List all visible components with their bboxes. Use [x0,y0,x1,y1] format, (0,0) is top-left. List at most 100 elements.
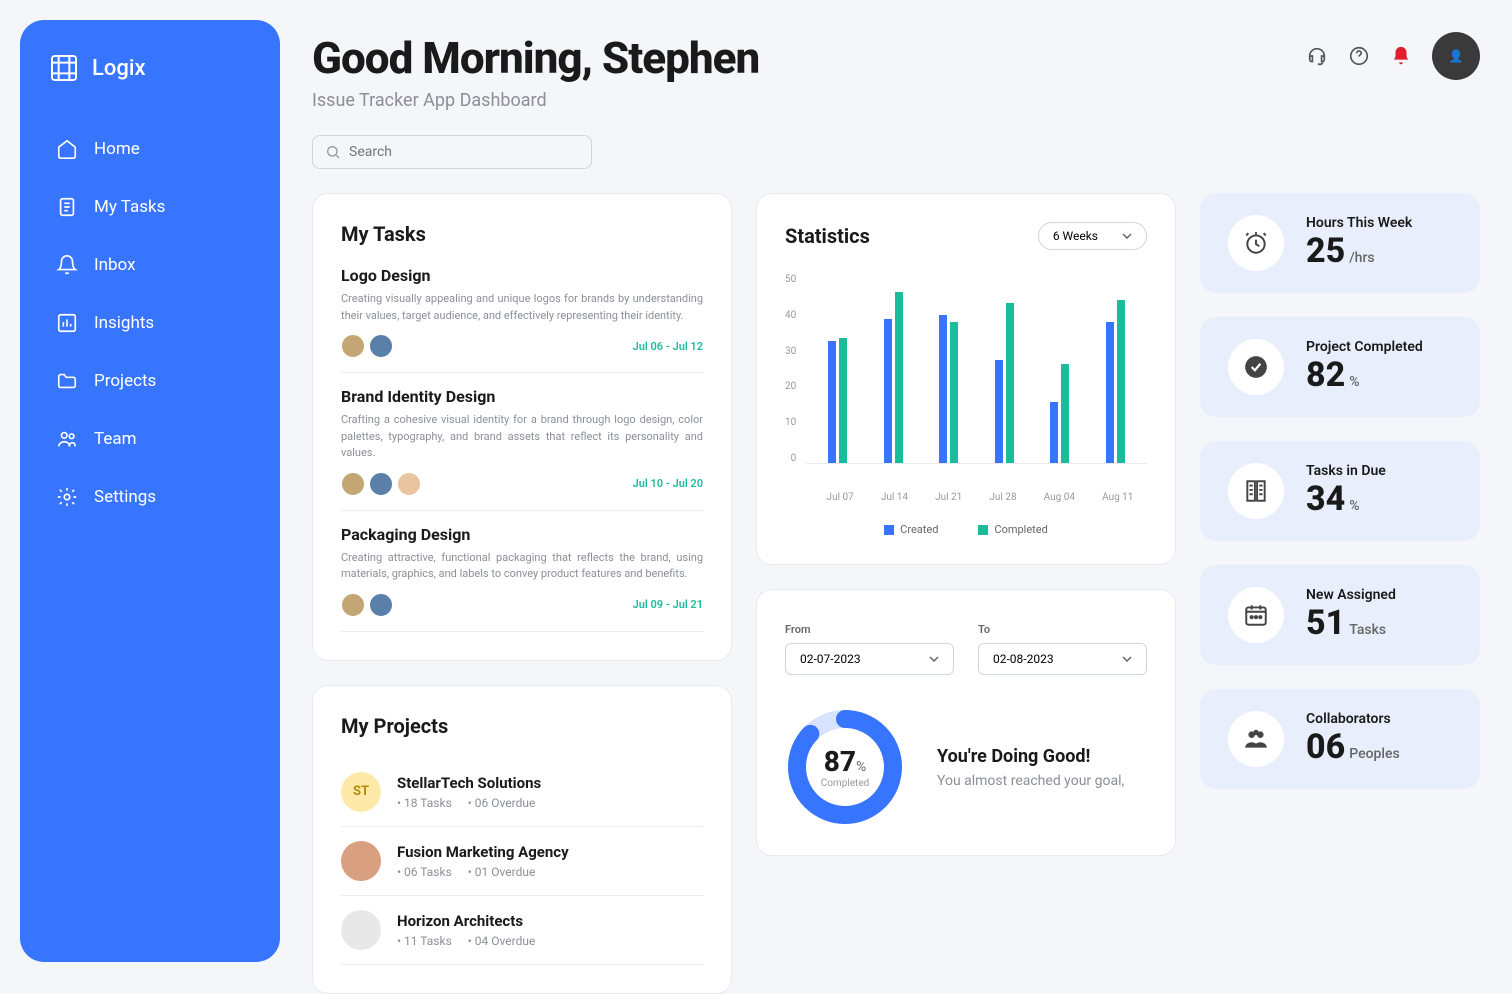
goal-subtitle: You almost reached your goal, [937,773,1124,789]
project-avatar [341,910,381,950]
stat-label: Collaborators [1306,711,1400,727]
assignee-avatar[interactable] [369,593,393,617]
statistics-chart: 50403020100 [785,274,1147,484]
tasks-icon [56,196,78,218]
legend-completed: Completed [978,523,1047,536]
greeting-block: Good Morning, Stephen Issue Tracker App … [312,32,759,111]
project-overdue: 06 Overdue [468,796,536,810]
stat-label: New Assigned [1306,587,1396,603]
header-icons: 👤 [1306,32,1480,80]
search-input[interactable] [312,135,592,169]
stat-value: 25/hrs [1306,231,1412,271]
from-label: From [785,623,811,636]
greeting: Good Morning, Stephen [312,32,759,84]
assignee-avatar[interactable] [369,472,393,496]
help-icon[interactable] [1348,45,1370,67]
assignee-avatar[interactable] [341,334,365,358]
task-desc: Creating visually appealing and unique l… [341,291,703,324]
nav-settings[interactable]: Settings [36,472,264,522]
bar-completed[interactable] [839,338,847,463]
task-date: Jul 10 - Jul 20 [633,477,703,490]
my-projects-title: My Projects [341,714,703,738]
project-tasks: 18 Tasks [397,796,452,810]
bar-created[interactable] [995,360,1003,463]
logo-icon [48,52,80,84]
subtitle: Issue Tracker App Dashboard [312,90,759,111]
gear-icon [56,486,78,508]
stat-value: 51Tasks [1306,603,1396,643]
nav-projects[interactable]: Projects [36,356,264,406]
project-avatar: ST [341,772,381,812]
legend-created: Created [884,523,938,536]
project-item[interactable]: ST StellarTech Solutions 18 Tasks 06 Overdu… [341,758,703,827]
project-overdue: 01 Overdue [468,865,536,879]
bar-created[interactable] [828,341,836,463]
bar-created[interactable] [939,315,947,463]
nav-home[interactable]: Home [36,124,264,174]
search-icon [325,144,341,160]
stat-label: Tasks in Due [1306,463,1386,479]
chart-icon [56,312,78,334]
bar-completed[interactable] [1061,364,1069,463]
my-projects-card: My Projects ST StellarTech Solutions 18 Ta… [312,685,732,994]
to-date-select[interactable]: 02-08-2023 [978,643,1147,675]
support-icon[interactable] [1306,45,1328,67]
bar-completed[interactable] [1117,300,1125,463]
stat-card[interactable]: New Assigned51Tasks [1200,565,1480,665]
stat-value: 06Peoples [1306,727,1400,767]
user-avatar[interactable]: 👤 [1432,32,1480,80]
stat-label: Project Completed [1306,339,1423,355]
goal-card: From 02-07-2023 To 02-08-2023 87% Comple… [756,589,1176,856]
bar-completed[interactable] [1006,303,1014,463]
task-desc: Crafting a cohesive visual identity for … [341,412,703,462]
assignee-avatar[interactable] [397,472,421,496]
bar-created[interactable] [1050,402,1058,463]
bar-group [828,338,847,463]
chevron-down-icon [1122,656,1132,662]
home-icon [56,138,78,160]
assignee-avatar[interactable] [341,472,365,496]
from-date-select[interactable]: 02-07-2023 [785,643,954,675]
project-item[interactable]: Horizon Architects11 Tasks04 Overdue [341,896,703,965]
sidebar: Logix Home My Tasks Inbox Insights Proje… [20,20,280,962]
stat-card[interactable]: Collaborators06Peoples [1200,689,1480,789]
project-name: StellarTech Solutions [397,774,541,792]
team-icon [56,428,78,450]
task-item[interactable]: Logo DesignCreating visually appealing a… [341,266,703,373]
bell-icon [56,254,78,276]
task-item[interactable]: Brand Identity DesignCrafting a cohesive… [341,373,703,511]
logo[interactable]: Logix [20,52,280,124]
nav-team[interactable]: Team [36,414,264,464]
stat-card[interactable]: Tasks in Due34% [1200,441,1480,541]
assignee-avatar[interactable] [369,334,393,358]
notification-icon[interactable] [1390,45,1412,67]
bar-completed[interactable] [895,292,903,463]
bar-completed[interactable] [950,322,958,463]
folder-icon [56,370,78,392]
bar-group [1050,364,1069,463]
project-name: Horizon Architects [397,912,535,930]
goal-donut: 87% Completed [785,707,905,827]
my-tasks-title: My Tasks [341,222,703,246]
stats-range-dropdown[interactable]: 6 Weeks [1038,222,1147,250]
task-item[interactable]: Packaging Design Creating attractive, fun… [341,511,703,632]
stat-icon [1228,215,1284,271]
project-item[interactable]: Fusion Marketing Agency06 Tasks01 Overdu… [341,827,703,896]
bar-created[interactable] [1106,322,1114,463]
task-title: Packaging Design [341,525,703,544]
chevron-down-icon [1122,233,1132,239]
main: Good Morning, Stephen Issue Tracker App … [300,0,1512,982]
my-tasks-card: My Tasks Logo DesignCreating visually ap… [312,193,732,661]
assignee-avatar[interactable] [341,593,365,617]
bar-group [1106,300,1125,463]
nav-inbox[interactable]: Inbox [36,240,264,290]
chevron-down-icon [929,656,939,662]
stat-card[interactable]: Hours This Week25/hrs [1200,193,1480,293]
nav-my-tasks[interactable]: My Tasks [36,182,264,232]
stat-card[interactable]: Project Completed82% [1200,317,1480,417]
bar-created[interactable] [884,319,892,463]
nav: Home My Tasks Inbox Insights Projects Te… [20,124,280,522]
header: Good Morning, Stephen Issue Tracker App … [312,32,1480,111]
task-desc: Creating attractive, functional packagin… [341,550,703,583]
nav-insights[interactable]: Insights [36,298,264,348]
